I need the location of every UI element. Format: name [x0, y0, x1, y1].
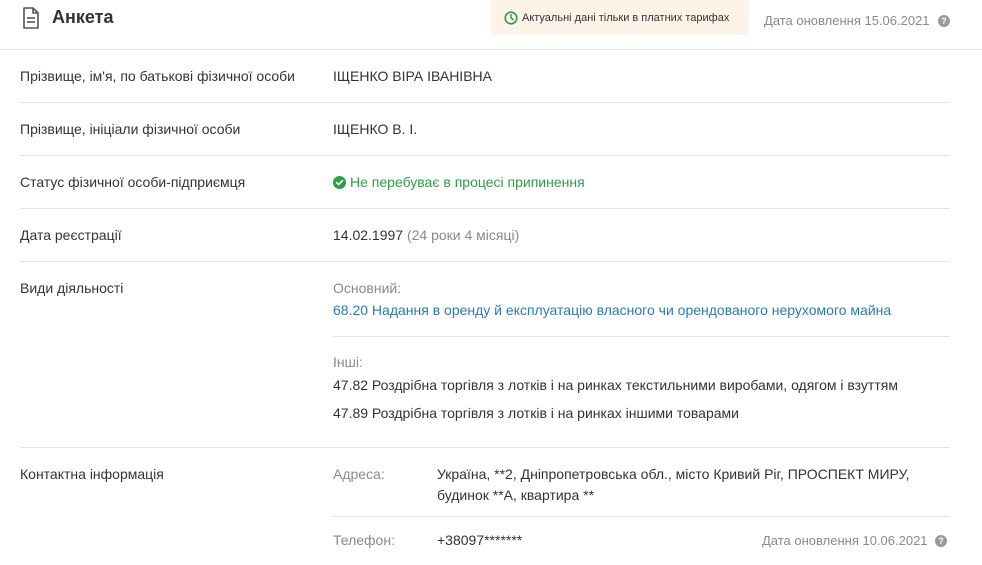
status-text: Не перебуває в процесі припинення [350, 174, 585, 190]
registration-age: (24 роки 4 місяці) [406, 227, 520, 243]
address-label: Адреса: [333, 466, 385, 482]
check-circle-icon [333, 176, 346, 189]
contacts-label: Контактна інформація [20, 466, 164, 482]
divider [20, 208, 950, 209]
divider [333, 336, 950, 337]
phone-value: +38097******* [437, 532, 523, 548]
clock-icon [504, 11, 518, 25]
document-icon [23, 7, 39, 29]
divider [333, 516, 950, 517]
status-value: Не перебуває в процесі припинення [333, 173, 585, 191]
divider [20, 155, 950, 156]
full-name-value: ІЩЕНКО ВІРА ІВАНІВНА [333, 68, 492, 84]
activities-label: Види діяльності [20, 280, 124, 296]
registration-date-label: Дата реєстрації [20, 227, 122, 243]
short-name-value: ІЩЕНКО В. І. [333, 121, 418, 137]
full-name-label: Прізвище, ім'я, по батькові фізичної осо… [20, 68, 296, 84]
phone-update-date: Дата оновлення 10.06.2021 [762, 533, 928, 548]
other-activities-title: Інші: [333, 354, 363, 370]
update-date: Дата оновлення 15.06.2021 [764, 13, 930, 28]
help-question-icon[interactable]: ? [935, 535, 947, 547]
divider [20, 102, 950, 103]
page-title: Анкета [52, 7, 114, 27]
phone-label: Телефон: [333, 532, 395, 548]
divider [20, 261, 950, 262]
divider [20, 447, 950, 448]
status-label: Статус фізичної особи-підприємця [20, 174, 246, 190]
paid-tariff-banner[interactable]: Актуальні дані тільки в платних тарифах [491, 0, 749, 35]
address-line-1: Україна, **2, Дніпропетровська обл., міс… [437, 466, 910, 482]
other-activity-item: 47.89 Роздрібна торгівля з лотків і на р… [333, 405, 739, 421]
page-header: Анкета Актуальні дані тільки в платних т… [0, 0, 982, 50]
other-activity-item: 47.82 Роздрібна торгівля з лотків і на р… [333, 377, 898, 393]
main-activity-link[interactable]: 68.20 Надання в оренду й експлуатацію вл… [333, 301, 891, 319]
short-name-label: Прізвище, ініціали фізичної особи [20, 121, 241, 137]
address-line-2: будинок **А, квартира ** [437, 487, 595, 503]
paid-tariff-text: Актуальні дані тільки в платних тарифах [522, 12, 730, 24]
registration-date: 14.02.1997 [333, 227, 404, 243]
registration-date-value: 14.02.1997 (24 роки 4 місяці) [333, 226, 519, 244]
help-question-icon[interactable]: ? [938, 15, 950, 27]
main-activity-title: Основний: [333, 280, 402, 296]
